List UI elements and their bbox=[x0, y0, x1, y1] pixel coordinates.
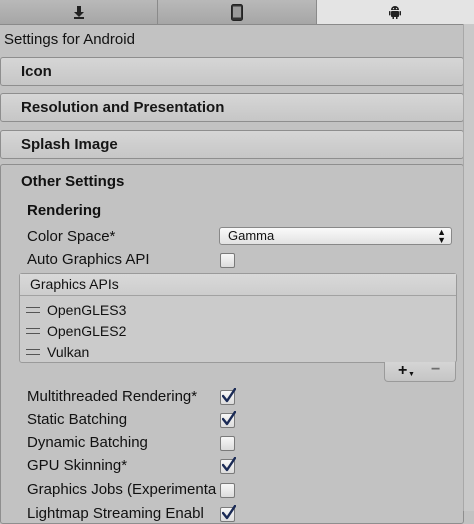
list-item[interactable]: OpenGLES2 bbox=[26, 323, 126, 339]
option-label: GPU Skinning* bbox=[27, 457, 128, 474]
list-item[interactable]: OpenGLES3 bbox=[26, 302, 126, 318]
tab-android[interactable] bbox=[316, 0, 474, 24]
section-icon[interactable]: Icon bbox=[0, 57, 464, 86]
rendering-heading: Rendering bbox=[27, 202, 102, 219]
auto-graphics-label: Auto Graphics API bbox=[27, 251, 150, 268]
drag-handle-icon[interactable] bbox=[26, 349, 40, 355]
drag-handle-icon[interactable] bbox=[26, 307, 40, 313]
add-api-button[interactable]: + ▼ bbox=[398, 362, 415, 380]
checkmark-icon bbox=[222, 388, 236, 403]
list-item[interactable]: Vulkan bbox=[26, 344, 89, 360]
api-name: Vulkan bbox=[47, 344, 90, 360]
color-space-dropdown[interactable]: Gamma ▲ ▼ bbox=[219, 227, 452, 245]
section-splash[interactable]: Splash Image bbox=[0, 130, 464, 159]
option-label: Static Batching bbox=[27, 411, 128, 428]
phone-icon bbox=[230, 3, 243, 21]
remove-api-button[interactable]: − bbox=[431, 361, 440, 379]
checkmark-icon bbox=[222, 457, 236, 472]
graphics-apis-footer: + ▼ − bbox=[384, 361, 456, 382]
option-label: Dynamic Batching bbox=[27, 434, 148, 451]
option-label: Lightmap Streaming Enabl bbox=[27, 505, 204, 522]
section-other-title[interactable]: Other Settings bbox=[21, 173, 124, 190]
auto-graphics-checkbox[interactable] bbox=[220, 253, 235, 268]
option-label: Graphics Jobs (Experimenta bbox=[27, 481, 217, 498]
option-checkbox[interactable] bbox=[220, 457, 236, 474]
tab-ios[interactable] bbox=[158, 0, 317, 24]
download-icon bbox=[72, 5, 86, 19]
option-checkbox[interactable] bbox=[220, 388, 236, 405]
android-icon bbox=[388, 5, 402, 19]
color-space-value: Gamma bbox=[228, 228, 275, 243]
checkmark-icon bbox=[222, 505, 236, 520]
option-checkbox[interactable] bbox=[220, 411, 236, 428]
option-checkbox[interactable] bbox=[220, 483, 235, 498]
option-checkbox[interactable] bbox=[220, 436, 235, 451]
api-name: OpenGLES3 bbox=[47, 302, 127, 318]
color-space-label: Color Space* bbox=[27, 228, 116, 245]
scrollbar[interactable] bbox=[463, 24, 474, 511]
graphics-apis-list: Graphics APIs OpenGLES3 OpenGLES2 Vulkan bbox=[19, 273, 457, 363]
option-label: Multithreaded Rendering* bbox=[27, 388, 198, 405]
dropdown-arrows-icon: ▲ ▼ bbox=[437, 227, 446, 245]
option-checkbox[interactable] bbox=[220, 505, 236, 522]
platform-tabbar bbox=[0, 0, 474, 25]
platform-title: Settings for Android bbox=[4, 31, 135, 48]
checkmark-icon bbox=[222, 411, 236, 426]
tab-standalone[interactable] bbox=[0, 0, 159, 24]
graphics-apis-header: Graphics APIs bbox=[20, 274, 456, 296]
api-name: OpenGLES2 bbox=[47, 323, 127, 339]
drag-handle-icon[interactable] bbox=[26, 328, 40, 334]
section-resolution[interactable]: Resolution and Presentation bbox=[0, 93, 464, 122]
